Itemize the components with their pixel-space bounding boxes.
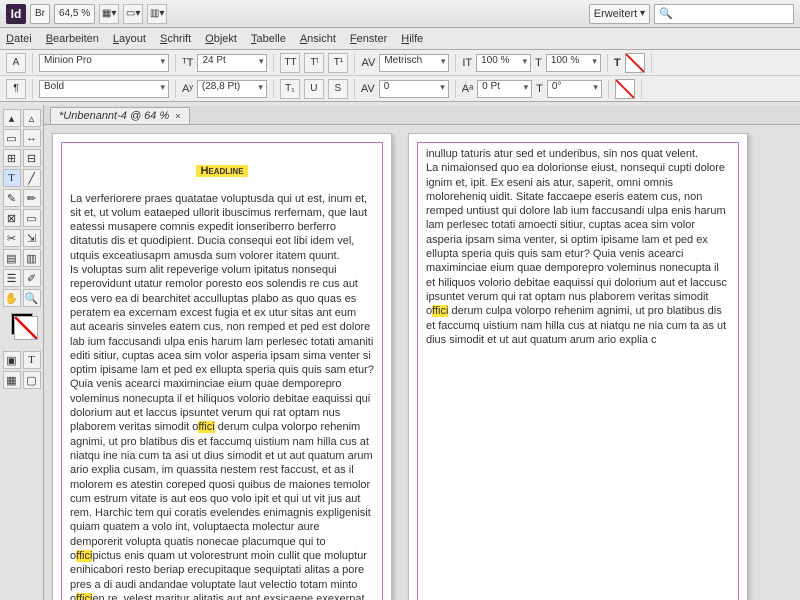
menu-ansicht[interactable]: Ansicht	[300, 33, 336, 45]
menu-bearbeiten[interactable]: Bearbeiten	[46, 33, 99, 45]
note-tool[interactable]: ☰	[3, 269, 21, 287]
hscale-icon: IT	[462, 57, 472, 69]
smallcaps-button[interactable]: Tᵗ	[304, 53, 324, 73]
fill-stroke-swatch[interactable]	[11, 313, 33, 335]
subscript-button[interactable]: T₁	[280, 79, 300, 99]
gap-tool[interactable]: ↔	[23, 129, 41, 147]
apply-text-button[interactable]: T	[23, 351, 41, 369]
tracking-select[interactable]: 0	[379, 80, 449, 98]
page-right: inullup taturis atur sed et underibus, s…	[408, 133, 748, 600]
free-transform-tool[interactable]: ⇲	[23, 229, 41, 247]
document-tab-label: *Unbenannt-4 @ 64 %	[59, 110, 169, 122]
rectangle-tool[interactable]: ▭	[23, 209, 41, 227]
font-family-select[interactable]: Minion Pro	[39, 54, 169, 72]
type-tool[interactable]: T	[3, 169, 21, 187]
baseline-icon: Aᵃ	[462, 83, 473, 95]
hscale-select[interactable]: 100 %	[476, 54, 531, 72]
menu-hilfe[interactable]: Hilfe	[401, 33, 423, 45]
pen-tool[interactable]: ✎	[3, 189, 21, 207]
document-tab[interactable]: *Unbenannt-4 @ 64 % ×	[50, 107, 190, 124]
line-tool[interactable]: ╱	[23, 169, 41, 187]
skew-icon: T	[536, 83, 543, 95]
vscale-select[interactable]: 100 %	[546, 54, 601, 72]
stroke-color-swatch[interactable]	[615, 79, 635, 99]
workspace-switcher[interactable]: Erweitert ▾	[589, 4, 650, 24]
font-size-icon: ᵀT	[182, 57, 193, 69]
menu-bar: DDateiatei Bearbeiten Layout Schrift Obj…	[0, 28, 800, 50]
tools-panel: ▴▵ ▭↔ ⊞⊟ T╱ ✎✏ ⊠▭ ✂⇲ ▤▥ ☰✐ ✋🔍 ▣T ▦▢	[0, 105, 44, 600]
page-tool[interactable]: ▭	[3, 129, 21, 147]
zoom-level[interactable]: 64,5 %	[54, 4, 95, 24]
para-format-icon[interactable]: ¶	[6, 79, 26, 99]
app-logo: Id	[6, 4, 26, 24]
rectangle-frame-tool[interactable]: ⊠	[3, 209, 21, 227]
apply-color-button[interactable]: ▣	[3, 351, 21, 369]
gradient-feather-tool[interactable]: ▥	[23, 249, 41, 267]
kerning-icon: AV	[361, 57, 375, 69]
text-frame-right[interactable]: inullup taturis atur sed et underibus, s…	[417, 142, 739, 600]
text-frame-left[interactable]: Headline La verferiorere praes quatatae …	[61, 142, 383, 600]
headline-text: Headline	[70, 153, 374, 182]
leading-icon: Aʸ	[182, 83, 193, 95]
font-weight-select[interactable]: Bold	[39, 80, 169, 98]
allcaps-button[interactable]: TT	[280, 53, 300, 73]
menu-datei[interactable]: DDateiatei	[6, 33, 32, 45]
preview-view-button[interactable]: ▢	[23, 371, 41, 389]
leading-select[interactable]: (28,8 Pt)	[197, 80, 267, 98]
page-left: Headline La verferiorere praes quatatae …	[52, 133, 392, 600]
search-field[interactable]: 🔍	[654, 4, 794, 24]
menu-schrift[interactable]: Schrift	[160, 33, 191, 45]
search-input[interactable]	[677, 8, 789, 19]
hand-tool[interactable]: ✋	[3, 289, 21, 307]
kerning-select[interactable]: Metrisch	[379, 54, 449, 72]
tracking-icon: AV	[361, 83, 375, 95]
selection-tool[interactable]: ▴	[3, 109, 21, 127]
scissors-tool[interactable]: ✂	[3, 229, 21, 247]
canvas-area[interactable]: Headline La verferiorere praes quatatae …	[44, 125, 800, 600]
menu-objekt[interactable]: Objekt	[205, 33, 237, 45]
fill-label-icon: T	[614, 57, 621, 69]
vscale-icon: T	[535, 57, 542, 69]
underline-button[interactable]: U	[304, 79, 324, 99]
search-icon: 🔍	[659, 7, 673, 20]
content-placer-tool[interactable]: ⊟	[23, 149, 41, 167]
skew-select[interactable]: 0°	[547, 80, 602, 98]
superscript-button[interactable]: T¹	[328, 53, 348, 73]
zoom-tool[interactable]: 🔍	[23, 289, 41, 307]
document-tab-close[interactable]: ×	[175, 111, 180, 121]
gradient-swatch-tool[interactable]: ▤	[3, 249, 21, 267]
content-collector-tool[interactable]: ⊞	[3, 149, 21, 167]
menu-fenster[interactable]: Fenster	[350, 33, 387, 45]
body-text: Is voluptas sum alit repeverige volum ip…	[70, 263, 374, 600]
body-text: inullup taturis atur sed et underibus, s…	[426, 147, 730, 161]
screen-mode-icon[interactable]: ▭▾	[123, 4, 143, 24]
body-text: La nimaionsed quo ea dolorionse eiust, n…	[426, 161, 730, 347]
menu-tabelle[interactable]: Tabelle	[251, 33, 286, 45]
bridge-button[interactable]: Br	[30, 4, 50, 24]
font-size-select[interactable]: 24 Pt	[197, 54, 267, 72]
eyedropper-tool[interactable]: ✐	[23, 269, 41, 287]
strike-button[interactable]: S	[328, 79, 348, 99]
fill-color-swatch[interactable]	[625, 53, 645, 73]
normal-view-button[interactable]: ▦	[3, 371, 21, 389]
pencil-tool[interactable]: ✏	[23, 189, 41, 207]
view-options-icon[interactable]: ▦▾	[99, 4, 119, 24]
direct-selection-tool[interactable]: ▵	[23, 109, 41, 127]
menu-layout[interactable]: Layout	[113, 33, 146, 45]
arrange-icon[interactable]: ▥▾	[147, 4, 167, 24]
char-format-icon[interactable]: A	[6, 53, 26, 73]
body-text: La verferiorere praes quatatae voluptusd…	[70, 192, 374, 263]
baseline-select[interactable]: 0 Pt	[477, 80, 532, 98]
